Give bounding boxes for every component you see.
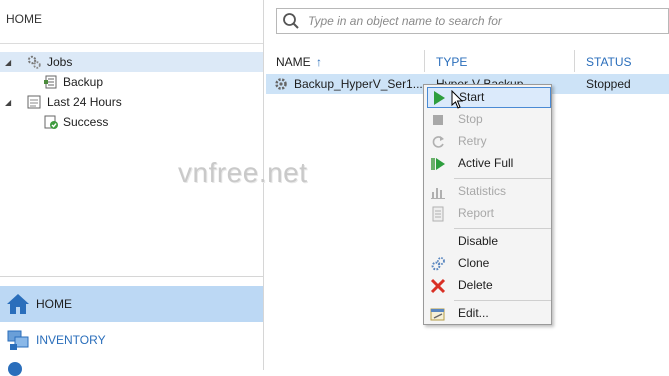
clone-icon	[430, 256, 446, 272]
menu-label-retry: Retry	[458, 134, 487, 148]
edit-icon	[430, 306, 446, 322]
menu-separator	[454, 178, 551, 179]
nav-label-inventory: INVENTORY	[36, 333, 106, 347]
column-name-label: NAME	[276, 55, 311, 69]
tree-label-success: Success	[63, 115, 109, 129]
menu-label-report: Report	[458, 206, 495, 220]
column-header-name[interactable]: NAME ↑	[276, 55, 322, 69]
menu-item-disable[interactable]: Disable	[424, 231, 551, 252]
column-header-status[interactable]: STATUS	[586, 55, 632, 69]
row-name: Backup_HyperV_Ser1...	[294, 77, 423, 91]
nav-home[interactable]: HOME	[0, 286, 263, 322]
collapse-icon[interactable]: ◢	[5, 98, 14, 107]
row-status: Stopped	[586, 77, 631, 91]
menu-separator	[454, 300, 551, 301]
menu-item-delete[interactable]: Delete	[424, 275, 551, 296]
context-menu: Start Stop Retry Active Full Statistics …	[423, 84, 552, 325]
jobs-gear-icon	[26, 54, 42, 70]
inventory-icon	[6, 328, 30, 352]
search-box[interactable]: Type in an object name to search for	[276, 8, 669, 34]
menu-item-retry[interactable]: Retry	[424, 131, 551, 152]
tree-label-jobs: Jobs	[47, 55, 73, 69]
active-full-icon	[430, 156, 446, 172]
menu-item-edit[interactable]: Edit...	[424, 303, 551, 324]
tree-item-last-24-hours[interactable]: ◢ Last 24 Hours	[0, 92, 263, 112]
tree-item-backup[interactable]: Backup	[0, 72, 263, 92]
menu-label-stop: Stop	[458, 112, 483, 126]
stop-icon	[430, 112, 446, 128]
menu-item-statistics[interactable]: Statistics	[424, 181, 551, 202]
search-input[interactable]: Type in an object name to search for	[308, 14, 502, 28]
report-icon	[430, 206, 446, 222]
tree-item-jobs[interactable]: ◢ Jobs	[0, 52, 263, 72]
column-header-type[interactable]: TYPE	[436, 55, 467, 69]
search-icon	[282, 12, 300, 30]
menu-label-edit: Edit...	[458, 306, 489, 320]
delete-icon	[430, 278, 446, 294]
play-icon	[431, 90, 447, 106]
menu-label-active-full: Active Full	[458, 156, 514, 170]
menu-item-clone[interactable]: Clone	[424, 253, 551, 274]
collapse-icon[interactable]: ◢	[5, 58, 14, 67]
menu-label-statistics: Statistics	[458, 184, 507, 198]
menu-label-disable: Disable	[458, 234, 499, 248]
menu-separator	[454, 228, 551, 229]
menu-item-report[interactable]: Report	[424, 203, 551, 224]
column-divider[interactable]	[574, 50, 575, 72]
menu-item-stop[interactable]: Stop	[424, 109, 551, 130]
divider	[0, 276, 263, 277]
job-gear-icon	[273, 76, 289, 92]
watermark: vnfree.net	[178, 157, 308, 188]
retry-icon	[430, 134, 446, 150]
menu-item-active-full[interactable]: Active Full	[424, 153, 551, 174]
home-icon	[6, 292, 30, 316]
menu-label-clone: Clone	[458, 256, 490, 270]
tree-label-backup: Backup	[63, 75, 104, 89]
backup-icon	[43, 74, 59, 90]
statistics-icon	[430, 184, 446, 200]
nav-inventory[interactable]: INVENTORY	[0, 322, 263, 358]
menu-item-start[interactable]: Start	[427, 87, 551, 108]
globe-icon[interactable]	[8, 362, 22, 376]
pane-title: HOME	[6, 12, 42, 26]
mouse-cursor-icon	[451, 89, 465, 110]
menu-label-delete: Delete	[458, 278, 493, 292]
success-icon	[43, 114, 59, 130]
recent-icon	[26, 94, 42, 110]
divider	[0, 43, 263, 44]
tree-label-last-24-hours: Last 24 Hours	[47, 95, 122, 109]
tree-item-success[interactable]: Success	[0, 112, 263, 132]
nav-label-home: HOME	[36, 297, 72, 311]
sort-arrow-icon: ↑	[316, 55, 323, 69]
column-divider[interactable]	[424, 50, 425, 72]
